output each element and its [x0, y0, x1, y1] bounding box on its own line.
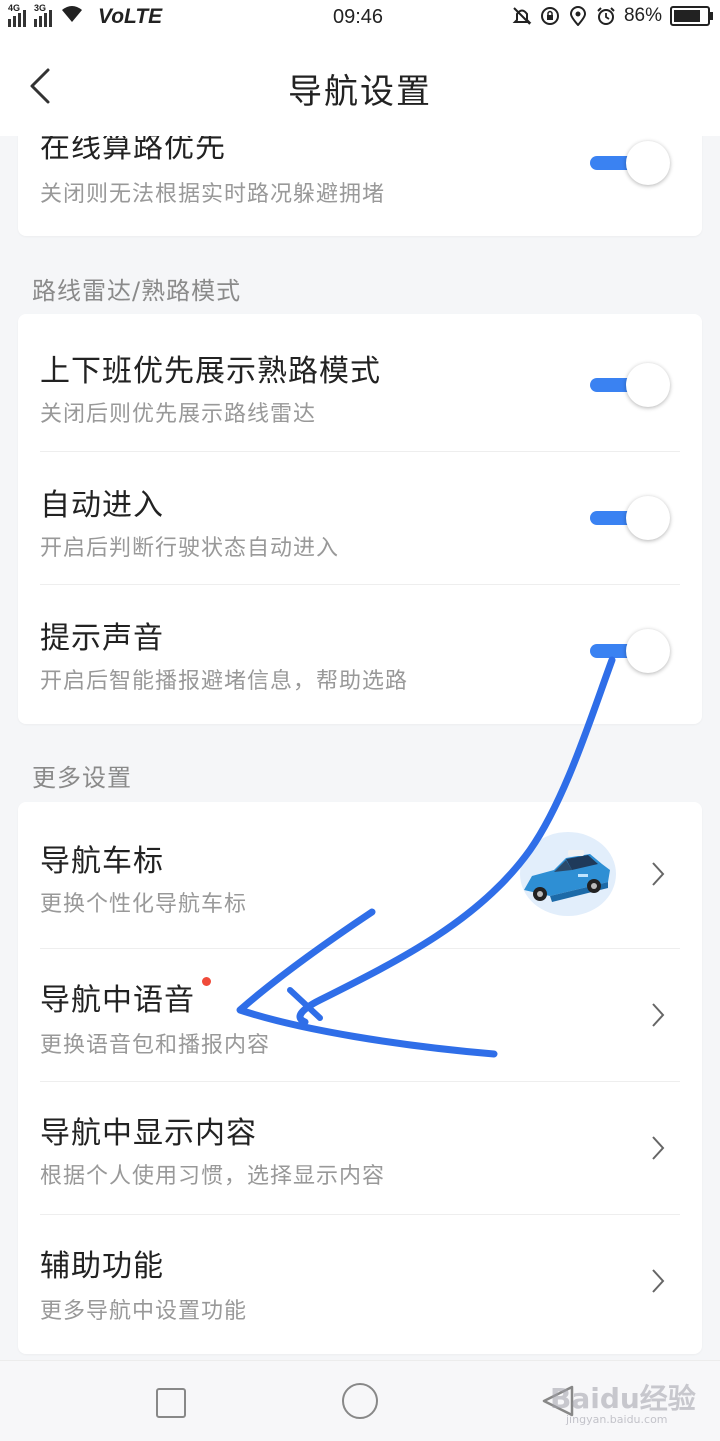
wifi-icon: [60, 4, 84, 30]
signal-icon-2: 3G: [34, 3, 52, 27]
recents-button[interactable]: [156, 1388, 186, 1418]
row-title: 导航中语音: [40, 983, 195, 1018]
row-subtitle: 更多导航中设置功能: [40, 1299, 248, 1324]
row-auto-enter[interactable]: 自动进入 开启后判断行驶状态自动进入: [40, 452, 680, 584]
battery-percent: 86%: [623, 5, 662, 26]
row-online-routing[interactable]: 在线算路优先 关闭则无法根据实时路况躲避拥堵: [40, 136, 680, 236]
battery-icon: [670, 6, 713, 26]
row-title: 自动进入: [40, 488, 164, 523]
card-radar-mode: 上下班优先展示熟路模式 关闭后则优先展示路线雷达 自动进入 开启后判断行驶状态自…: [18, 314, 702, 724]
row-subtitle: 更换语音包和播报内容: [40, 1033, 271, 1058]
volte-label: VoLTE: [98, 5, 163, 28]
row-nav-car-icon[interactable]: 导航车标 更换个性化导航车标: [40, 802, 680, 948]
watermark-url: jingyan.baidu.com: [566, 1413, 668, 1426]
row-title: 辅助功能: [40, 1249, 164, 1284]
row-nav-display-content[interactable]: 导航中显示内容 根据个人使用习惯，选择显示内容: [40, 1082, 680, 1214]
row-commute-familiar-mode[interactable]: 上下班优先展示熟路模式 关闭后则优先展示路线雷达: [40, 314, 680, 450]
row-title: 提示声音: [40, 621, 164, 656]
rotation-lock-icon: [540, 6, 560, 26]
row-title: 在线算路优先: [40, 136, 226, 165]
home-button[interactable]: [342, 1383, 378, 1419]
signal-icon: 4G: [8, 3, 26, 27]
settings-content[interactable]: 在线算路优先 关闭则无法根据实时路况躲避拥堵 路线雷达/熟路模式 上下班优先展示…: [0, 136, 720, 1360]
row-subtitle: 关闭后则优先展示路线雷达: [40, 402, 317, 427]
toggle-prompt-sound[interactable]: [590, 629, 670, 673]
system-nav-bar: Baidu经验 jingyan.baidu.com: [0, 1360, 720, 1441]
mute-bell-icon: [512, 6, 532, 26]
section-label-radar: 路线雷达/熟路模式: [32, 277, 242, 305]
row-title: 导航中显示内容: [40, 1116, 257, 1151]
new-badge-dot: [202, 977, 211, 986]
status-time: 09:46: [333, 6, 384, 28]
toggle-commute-familiar-mode[interactable]: [590, 363, 670, 407]
row-subtitle: 关闭则无法根据实时路况躲避拥堵: [40, 182, 386, 207]
card-online-routing: 在线算路优先 关闭则无法根据实时路况躲避拥堵: [18, 136, 702, 236]
car-icon: [524, 850, 610, 902]
status-left: 4G 3G VoLTE: [8, 3, 163, 30]
row-title: 上下班优先展示熟路模式: [40, 354, 381, 389]
card-more-settings: 导航车标 更换个性化导航车标 导航中语音 更换语音包和播报内容 导航中显示内容 …: [18, 802, 702, 1354]
app-header: 导航设置: [0, 36, 720, 136]
section-label-more: 更多设置: [32, 764, 132, 792]
chevron-right-icon[interactable]: [650, 860, 666, 888]
row-subtitle: 根据个人使用习惯，选择显示内容: [40, 1164, 386, 1189]
toggle-auto-enter[interactable]: [590, 496, 670, 540]
car-icon-preview: [520, 832, 616, 916]
toggle-online-routing[interactable]: [590, 141, 670, 185]
row-subtitle: 开启后智能播报避堵信息，帮助选路: [40, 669, 409, 694]
row-nav-voice[interactable]: 导航中语音 更换语音包和播报内容: [40, 949, 680, 1081]
watermark: Baidu经验: [550, 1382, 696, 1415]
row-prompt-sound[interactable]: 提示声音 开启后智能播报避堵信息，帮助选路: [40, 585, 680, 721]
chevron-right-icon[interactable]: [650, 1267, 666, 1295]
row-assist-functions[interactable]: 辅助功能 更多导航中设置功能: [40, 1215, 680, 1351]
location-icon: [568, 6, 588, 26]
row-subtitle: 开启后判断行驶状态自动进入: [40, 536, 340, 561]
status-bar: 4G 3G VoLTE 09:46 86%: [0, 0, 720, 36]
chevron-right-icon[interactable]: [650, 1001, 666, 1029]
row-title: 导航车标: [40, 844, 164, 879]
status-right: 86%: [512, 5, 713, 27]
row-subtitle: 更换个性化导航车标: [40, 892, 248, 917]
chevron-right-icon[interactable]: [650, 1134, 666, 1162]
page-title: 导航设置: [288, 72, 432, 112]
alarm-icon: [596, 6, 616, 26]
